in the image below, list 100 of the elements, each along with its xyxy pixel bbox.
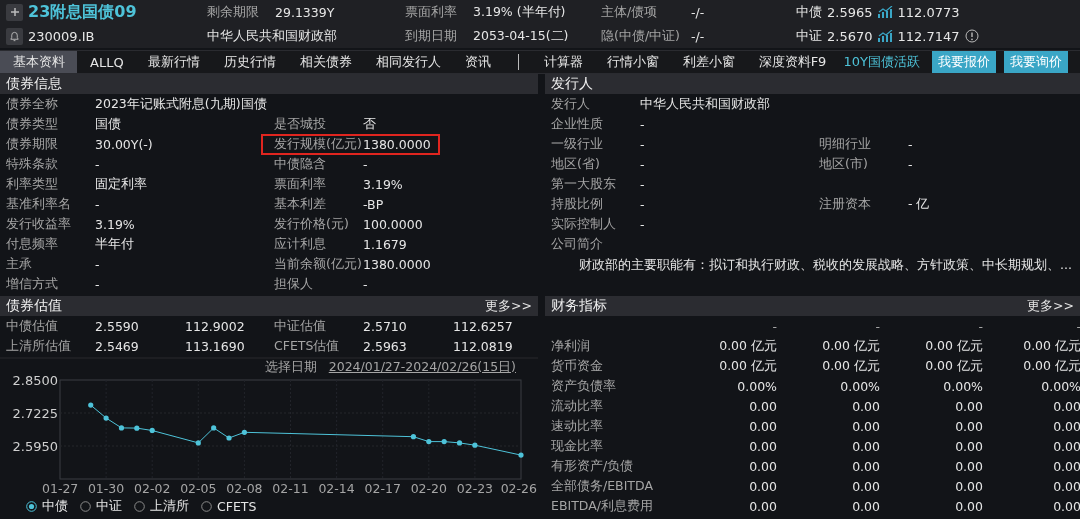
column-header: -	[977, 318, 983, 334]
table-cell-text: 0.00	[954, 398, 983, 414]
table-cell-text: 2.5710	[363, 318, 408, 334]
table-cell-text: 2.5469	[95, 338, 140, 354]
table-cell-text: 0.00 亿元	[1022, 357, 1080, 375]
axis-label: 02-14	[318, 481, 355, 496]
table-cell-text: 0.00	[1052, 498, 1080, 514]
row-label: 速动比率	[551, 417, 604, 435]
source-radio[interactable]: CFETS	[201, 498, 257, 514]
axis-label: 02-02	[134, 481, 171, 496]
table-cell-text: 0.00	[748, 438, 777, 454]
quote-price: 112.7147	[897, 28, 960, 44]
field-value: 国债	[95, 115, 122, 133]
alert-button[interactable]	[6, 27, 23, 45]
field-label: 特殊条款	[6, 155, 59, 173]
row-label: 现金比率	[551, 437, 604, 455]
table-cell-text: 0.00	[954, 478, 983, 494]
field-value: 29.1339Y	[275, 4, 336, 20]
field-label: 应计利息	[274, 235, 327, 253]
table-cell-text: 0.00	[851, 458, 880, 474]
field-value: -	[95, 196, 101, 212]
table-cell-text: 0.00	[748, 458, 777, 474]
field-value: -	[95, 276, 101, 292]
axis-label: 02-05	[180, 481, 217, 496]
more-link[interactable]: 更多>>	[1027, 297, 1074, 315]
column-header: -	[771, 318, 777, 334]
table-cell-text: 0.00%	[1040, 378, 1080, 394]
field-value: 2053-04-15(二)	[473, 27, 570, 45]
table-cell-text: 0.00%	[839, 378, 880, 394]
source-radio[interactable]: 中债	[26, 497, 68, 515]
source-radio[interactable]: 上清所	[134, 497, 189, 515]
table-cell-text: 112.6257	[453, 318, 514, 334]
bell-icon	[9, 30, 20, 42]
toolbar-link[interactable]: 计算器	[532, 51, 594, 73]
table-cell-text: 0.00 亿元	[821, 337, 880, 355]
link[interactable]: 10Y国债活跃	[839, 51, 924, 73]
row-label: 有形资产/负债	[551, 457, 635, 475]
field-label: 票面利率	[274, 175, 327, 193]
panel-title: 债券估值	[6, 297, 62, 315]
toolbar-link[interactable]: 利差小窗	[671, 51, 746, 73]
field-value: -	[640, 156, 646, 172]
table-cell-text: 0.00	[954, 498, 983, 514]
field-value: -	[640, 116, 645, 132]
tab[interactable]: 最新行情	[136, 51, 211, 73]
field-value: -	[95, 256, 101, 272]
field-label: 上清所估值	[6, 337, 72, 355]
add-button[interactable]	[6, 3, 23, 21]
table-cell-text: 112.0819	[453, 338, 514, 354]
field-label: 是否城投	[274, 115, 327, 133]
table-cell-text: 0.00%	[942, 378, 983, 394]
field-label: 选择日期	[264, 358, 317, 376]
field-label: 剩余期限	[207, 3, 260, 21]
field-label: 地区(省)	[551, 155, 601, 173]
field-label: 主体/债项	[601, 3, 659, 21]
table-cell-text: 0.00	[851, 438, 880, 454]
field-label: 明细行业	[819, 135, 872, 153]
field-value: 固定利率	[95, 175, 148, 193]
field-label: 债券全称	[6, 95, 59, 113]
table-cell-text: 0.00	[1052, 398, 1080, 414]
tab[interactable]: 相同发行人	[364, 51, 452, 73]
table-cell-text: 0.00	[954, 418, 983, 434]
table-cell-text: 0.00 亿元	[718, 337, 777, 355]
tab[interactable]: 历史行情	[212, 51, 287, 73]
field-value: 中华人民共和国财政部	[640, 95, 770, 113]
field-value: -	[95, 156, 101, 172]
tab[interactable]: ALLQ	[79, 51, 135, 73]
alert-icon[interactable]	[964, 29, 979, 43]
quote-yield: 2.5965	[827, 4, 873, 20]
row-label: 全部债务/EBITDA	[551, 477, 654, 495]
table-cell-text: 0.00%	[736, 378, 777, 394]
field-label: 隐(中债/中证)	[601, 27, 681, 45]
trend-icon	[877, 29, 893, 43]
row-label: 净利润	[551, 337, 591, 355]
toolbar-link[interactable]: 行情小窗	[595, 51, 670, 73]
field-value: -	[640, 196, 646, 212]
date-range-link[interactable]: 2024/01/27-2024/02/26(15日)	[328, 358, 516, 376]
tab[interactable]: 资讯	[453, 51, 502, 73]
field-label: 发行规模(亿元)	[274, 135, 363, 153]
field-label: 发行价格(元)	[274, 215, 350, 233]
source-radio[interactable]: 中证	[80, 497, 122, 515]
axis-label: 02-23	[456, 481, 494, 496]
field-value: -	[363, 276, 368, 292]
table-cell-text: 0.00	[954, 438, 983, 454]
tab[interactable]: 基本资料	[0, 51, 77, 73]
field-value: -	[640, 136, 646, 152]
field-value: -/-	[691, 4, 706, 20]
field-label: 发行人	[551, 95, 591, 113]
field-label: 实际控制人	[551, 215, 617, 233]
field-value: -	[908, 136, 913, 152]
field-label: 发行收益率	[6, 215, 72, 233]
tab[interactable]: 相关债券	[288, 51, 363, 73]
quote-price: 112.0773	[897, 4, 960, 20]
toolbar-link[interactable]: 深度资料F9	[747, 51, 838, 73]
axis-label: 02-08	[226, 481, 263, 496]
table-cell-text: 0.00	[1052, 458, 1080, 474]
field-label: 注册资本	[819, 195, 872, 213]
more-link[interactable]: 更多>>	[485, 297, 532, 315]
bond-code: 230009.IB	[28, 28, 96, 44]
row-label: EBITDA/利息费用	[551, 497, 654, 515]
table-cell-text: 0.00	[748, 398, 777, 414]
